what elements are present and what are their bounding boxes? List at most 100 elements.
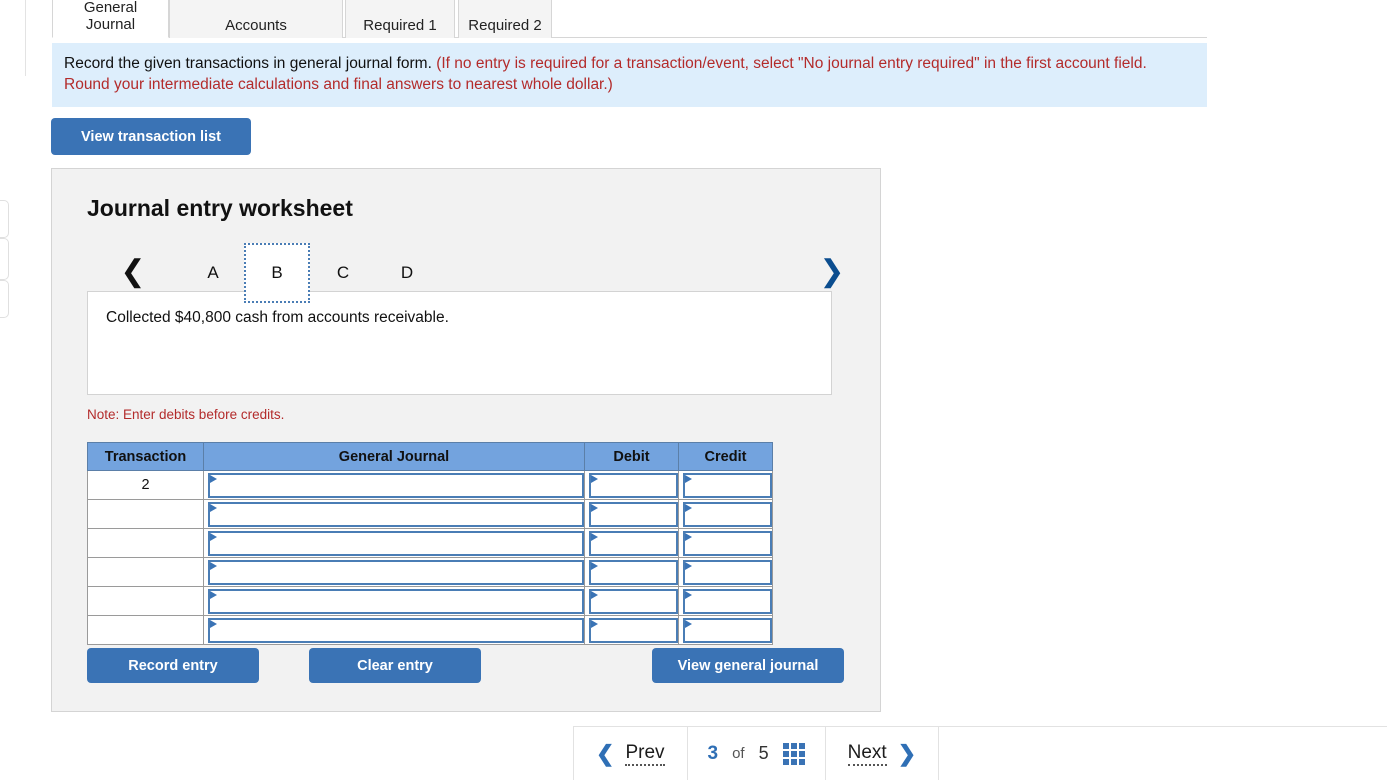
debit-input-4[interactable]: [589, 559, 678, 585]
view-general-journal-button[interactable]: View general journal: [652, 648, 844, 683]
account-select-6[interactable]: [208, 617, 584, 643]
journal-entry-table: Transaction General Journal Debit Credit…: [87, 442, 773, 645]
account-select-1[interactable]: [208, 472, 584, 498]
table-row: [87, 615, 773, 645]
dropdown-triangle-icon: [685, 532, 692, 541]
grid-cell: [790, 750, 797, 757]
cell-general-journal-6[interactable]: [203, 615, 585, 645]
cell-general-journal-2[interactable]: [203, 499, 585, 529]
dropdown-triangle-icon: [210, 503, 217, 512]
next-page-button[interactable]: Next ❯: [826, 727, 939, 780]
cell-credit-5[interactable]: [678, 586, 773, 616]
clear-entry-button[interactable]: Clear entry: [309, 648, 481, 683]
tab-accounts[interactable]: Accounts: [169, 0, 343, 38]
tab-required-2[interactable]: Required 2: [458, 0, 552, 38]
cell-debit-2[interactable]: [584, 499, 679, 529]
cell-debit-6[interactable]: [584, 615, 679, 645]
cell-transaction-number: [87, 499, 204, 529]
grid-3x3-icon[interactable]: [782, 742, 805, 765]
account-select-5[interactable]: [208, 588, 584, 614]
dropdown-triangle-icon: [591, 474, 598, 483]
account-select-3[interactable]: [208, 530, 584, 556]
account-select-2[interactable]: [208, 501, 584, 527]
tab-accounts-label: Accounts: [225, 16, 287, 34]
column-header-credit: Credit: [678, 442, 773, 471]
view-transaction-list-button[interactable]: View transaction list: [51, 118, 251, 155]
grid-cell: [798, 758, 805, 765]
cell-credit-1[interactable]: [678, 470, 773, 500]
debit-input-2[interactable]: [589, 501, 678, 527]
cell-credit-3[interactable]: [678, 528, 773, 558]
dropdown-triangle-icon: [210, 561, 217, 570]
cell-debit-5[interactable]: [584, 586, 679, 616]
cell-general-journal-3[interactable]: [203, 528, 585, 558]
record-entry-button[interactable]: Record entry: [87, 648, 259, 683]
cell-transaction-number: 2: [87, 470, 204, 500]
pager-prev-icon[interactable]: ❮: [113, 250, 153, 294]
debit-input-3[interactable]: [589, 530, 678, 556]
credit-input-6[interactable]: [683, 617, 772, 643]
table-header-row: Transaction General Journal Debit Credit: [87, 442, 773, 471]
dropdown-triangle-icon: [591, 561, 598, 570]
cell-credit-6[interactable]: [678, 615, 773, 645]
tab-general-journal-label: General Journal: [83, 0, 138, 33]
pager-next-icon[interactable]: ❯: [812, 250, 852, 294]
dropdown-triangle-icon: [210, 474, 217, 483]
prev-page-button[interactable]: ❮ Prev: [574, 727, 687, 780]
page-of-word: of: [732, 745, 745, 762]
dropdown-triangle-icon: [591, 619, 598, 628]
credit-input-5[interactable]: [683, 588, 772, 614]
cell-transaction-number: [87, 586, 204, 616]
grid-cell: [782, 750, 789, 757]
chevron-right-icon: ❯: [897, 740, 917, 766]
debit-input-5[interactable]: [589, 588, 678, 614]
left-offscreen-panel-1: [0, 200, 9, 238]
dropdown-triangle-icon: [591, 503, 598, 512]
dropdown-triangle-icon: [685, 503, 692, 512]
column-header-debit: Debit: [584, 442, 679, 471]
chevron-left-icon: ❮: [596, 740, 615, 766]
debit-input-6[interactable]: [589, 617, 678, 643]
tab-general-journal[interactable]: General Journal: [52, 0, 169, 38]
cell-credit-2[interactable]: [678, 499, 773, 529]
cell-credit-4[interactable]: [678, 557, 773, 587]
cell-general-journal-1[interactable]: [203, 470, 585, 500]
credit-input-1[interactable]: [683, 472, 772, 498]
left-offscreen-panel-2: [0, 238, 9, 280]
cell-transaction-number: [87, 615, 204, 645]
nav-divider-right: [938, 726, 940, 780]
pager-item-b-label: B: [271, 263, 283, 282]
grid-cell: [798, 742, 805, 749]
cell-general-journal-4[interactable]: [203, 557, 585, 587]
cell-debit-4[interactable]: [584, 557, 679, 587]
grid-cell: [782, 758, 789, 765]
total-page-count: 5: [758, 743, 769, 763]
page-indicator: 3 of 5: [688, 727, 825, 780]
credit-input-4[interactable]: [683, 559, 772, 585]
cell-general-journal-5[interactable]: [203, 586, 585, 616]
table-row: [87, 499, 773, 529]
pager-item-b[interactable]: B: [244, 243, 310, 303]
dropdown-triangle-icon: [685, 590, 692, 599]
table-row: [87, 528, 773, 558]
grid-cell: [790, 758, 797, 765]
debit-input-1[interactable]: [589, 472, 678, 498]
column-header-general-journal: General Journal: [203, 442, 585, 471]
credit-input-3[interactable]: [683, 530, 772, 556]
cell-debit-3[interactable]: [584, 528, 679, 558]
tab-required-1[interactable]: Required 1: [345, 0, 455, 38]
grid-cell: [782, 742, 789, 749]
worksheet-title: Journal entry worksheet: [87, 195, 353, 221]
instruction-main: Record the given transactions in general…: [64, 55, 437, 72]
account-select-4[interactable]: [208, 559, 584, 585]
pager-item-c-label: C: [336, 263, 350, 282]
table-row: [87, 586, 773, 616]
pager-item-d-label: D: [400, 263, 414, 282]
transaction-description-box: Collected $40,800 cash from accounts rec…: [87, 291, 832, 395]
cell-transaction-number: [87, 557, 204, 587]
credit-input-2[interactable]: [683, 501, 772, 527]
tab-required-2-label: Required 2: [468, 16, 542, 34]
bottom-navigation-bar: ❮ Prev 3 of 5 Next ❯: [573, 726, 1387, 780]
cell-debit-1[interactable]: [584, 470, 679, 500]
dropdown-triangle-icon: [210, 619, 217, 628]
